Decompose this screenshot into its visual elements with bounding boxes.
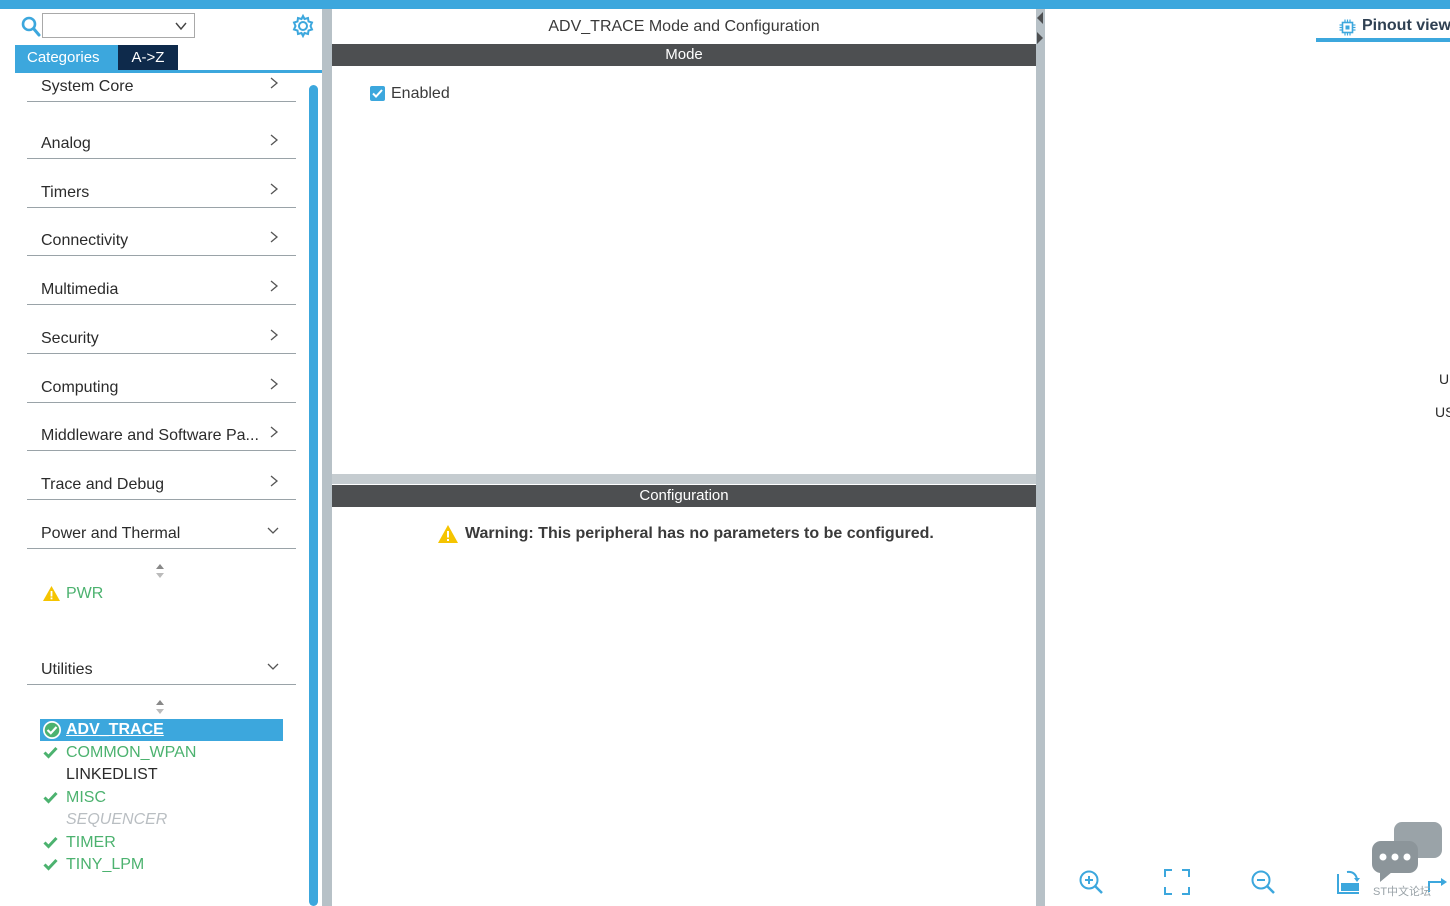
mode-header: Mode (332, 44, 1036, 66)
chevron-right-icon (268, 182, 280, 196)
category-label: Middleware and Software Pa... (41, 427, 259, 444)
enabled-label: Enabled (391, 85, 450, 102)
check-circle-icon (42, 720, 62, 740)
check-icon (43, 746, 58, 759)
category-label: Timers (41, 184, 90, 201)
category-timers[interactable]: Timers (27, 178, 296, 208)
category-label: Connectivity (41, 232, 129, 249)
chevron-down-icon (266, 659, 280, 673)
category-multimedia[interactable]: Multimedia (27, 275, 296, 305)
list-item-label: PWR (66, 585, 104, 602)
chevron-right-icon (268, 328, 280, 342)
list-item-sequencer[interactable]: SEQUENCER (40, 809, 283, 831)
category-system-core[interactable]: System Core (27, 73, 296, 102)
category-middleware[interactable]: Middleware and Software Pa... (27, 421, 296, 451)
chevron-right-icon (268, 377, 280, 391)
configuration-header: Configuration (332, 485, 1036, 507)
chevron-right-icon (268, 474, 280, 488)
collapse-left-arrow-icon[interactable] (1036, 11, 1044, 25)
collapse-right-arrow-icon[interactable] (1036, 31, 1044, 45)
sort-icon[interactable] (154, 563, 166, 579)
tab-underline (1316, 38, 1450, 42)
category-connectivity[interactable]: Connectivity (27, 226, 296, 256)
tab-categories[interactable]: Categories (15, 45, 118, 71)
sort-icon[interactable] (154, 699, 166, 715)
fit-screen-icon[interactable] (1163, 868, 1191, 896)
check-icon (43, 791, 58, 804)
list-item-common-wpan[interactable]: COMMON_WPAN (40, 742, 283, 764)
chip-icon (1339, 19, 1356, 36)
pin-label: US (1435, 404, 1450, 420)
list-item-misc[interactable]: MISC (40, 787, 283, 809)
enabled-checkbox[interactable] (370, 86, 385, 101)
list-item-label: SEQUENCER (66, 811, 168, 828)
categories-panel: Categories A->Z System Core Analog Timer… (0, 9, 322, 906)
category-trace-and-debug[interactable]: Trace and Debug (27, 470, 296, 500)
rotate-icon[interactable] (1335, 868, 1363, 896)
category-label: Power and Thermal (41, 525, 181, 542)
list-item-linkedlist[interactable]: LINKEDLIST (40, 764, 283, 786)
tab-a-to-z[interactable]: A->Z (118, 45, 178, 71)
top-accent-bar (0, 0, 1450, 9)
category-label: Trace and Debug (41, 476, 165, 493)
category-label: Security (41, 330, 99, 347)
forum-watermark: ST中文论坛 (1373, 886, 1432, 898)
list-item-label: COMMON_WPAN (66, 744, 197, 761)
list-item-label: TINY_LPM (66, 856, 145, 873)
warning-icon (42, 585, 61, 602)
list-item-label: ADV_TRACE (66, 721, 164, 738)
chevron-right-icon (268, 76, 280, 90)
category-computing[interactable]: Computing (27, 373, 296, 403)
right-splitter[interactable] (1036, 9, 1045, 906)
zoom-out-icon[interactable] (1249, 868, 1277, 896)
chevron-right-icon (268, 279, 280, 293)
list-item-pwr[interactable]: PWR (40, 583, 283, 605)
category-analog[interactable]: Analog (27, 129, 296, 159)
category-tabs: Categories A->Z (15, 45, 178, 71)
mode-configuration-panel: ADV_TRACE Mode and Configuration Mode En… (332, 9, 1036, 906)
gear-icon[interactable] (291, 13, 315, 39)
chevron-down-icon (266, 523, 280, 537)
list-item-adv-trace[interactable]: ADV_TRACE (40, 719, 283, 741)
list-item-tiny-lpm[interactable]: TINY_LPM (40, 854, 283, 876)
pin-label: U (1439, 371, 1450, 387)
chevron-right-icon (268, 133, 280, 147)
chevron-right-icon (268, 230, 280, 244)
chevron-right-icon (268, 425, 280, 439)
warning-icon (437, 524, 459, 544)
list-item-label: TIMER (66, 834, 116, 851)
category-label: Computing (41, 379, 119, 396)
category-label: System Core (41, 78, 134, 95)
left-splitter[interactable] (322, 9, 332, 906)
list-item-timer[interactable]: TIMER (40, 832, 283, 854)
category-label: Utilities (41, 661, 93, 678)
panel-title: ADV_TRACE Mode and Configuration (548, 18, 820, 35)
warning-text: Warning: This peripheral has no paramete… (465, 525, 934, 542)
category-power-and-thermal[interactable]: Power and Thermal (27, 519, 296, 549)
list-item-label: MISC (66, 789, 106, 806)
chevron-down-icon[interactable] (174, 19, 188, 33)
search-icon[interactable] (21, 16, 41, 38)
horizontal-splitter[interactable] (332, 474, 1036, 484)
zoom-in-icon[interactable] (1077, 868, 1105, 896)
search-input[interactable] (45, 16, 165, 35)
category-label: Analog (41, 135, 91, 152)
list-item-label: LINKEDLIST (66, 766, 158, 783)
pinout-panel: Pinout view U US ST中文论坛 (1045, 9, 1450, 906)
scrollbar-thumb[interactable] (309, 85, 318, 906)
search-combobox[interactable] (42, 13, 195, 38)
panel-left-edge (0, 9, 13, 906)
category-utilities[interactable]: Utilities (27, 655, 296, 685)
category-security[interactable]: Security (27, 324, 296, 354)
tab-label: Pinout view (1362, 17, 1450, 34)
check-icon (43, 836, 58, 849)
category-list: System Core Analog Timers Connectivity M… (13, 73, 309, 906)
category-label: Multimedia (41, 281, 119, 298)
check-icon (43, 858, 58, 871)
